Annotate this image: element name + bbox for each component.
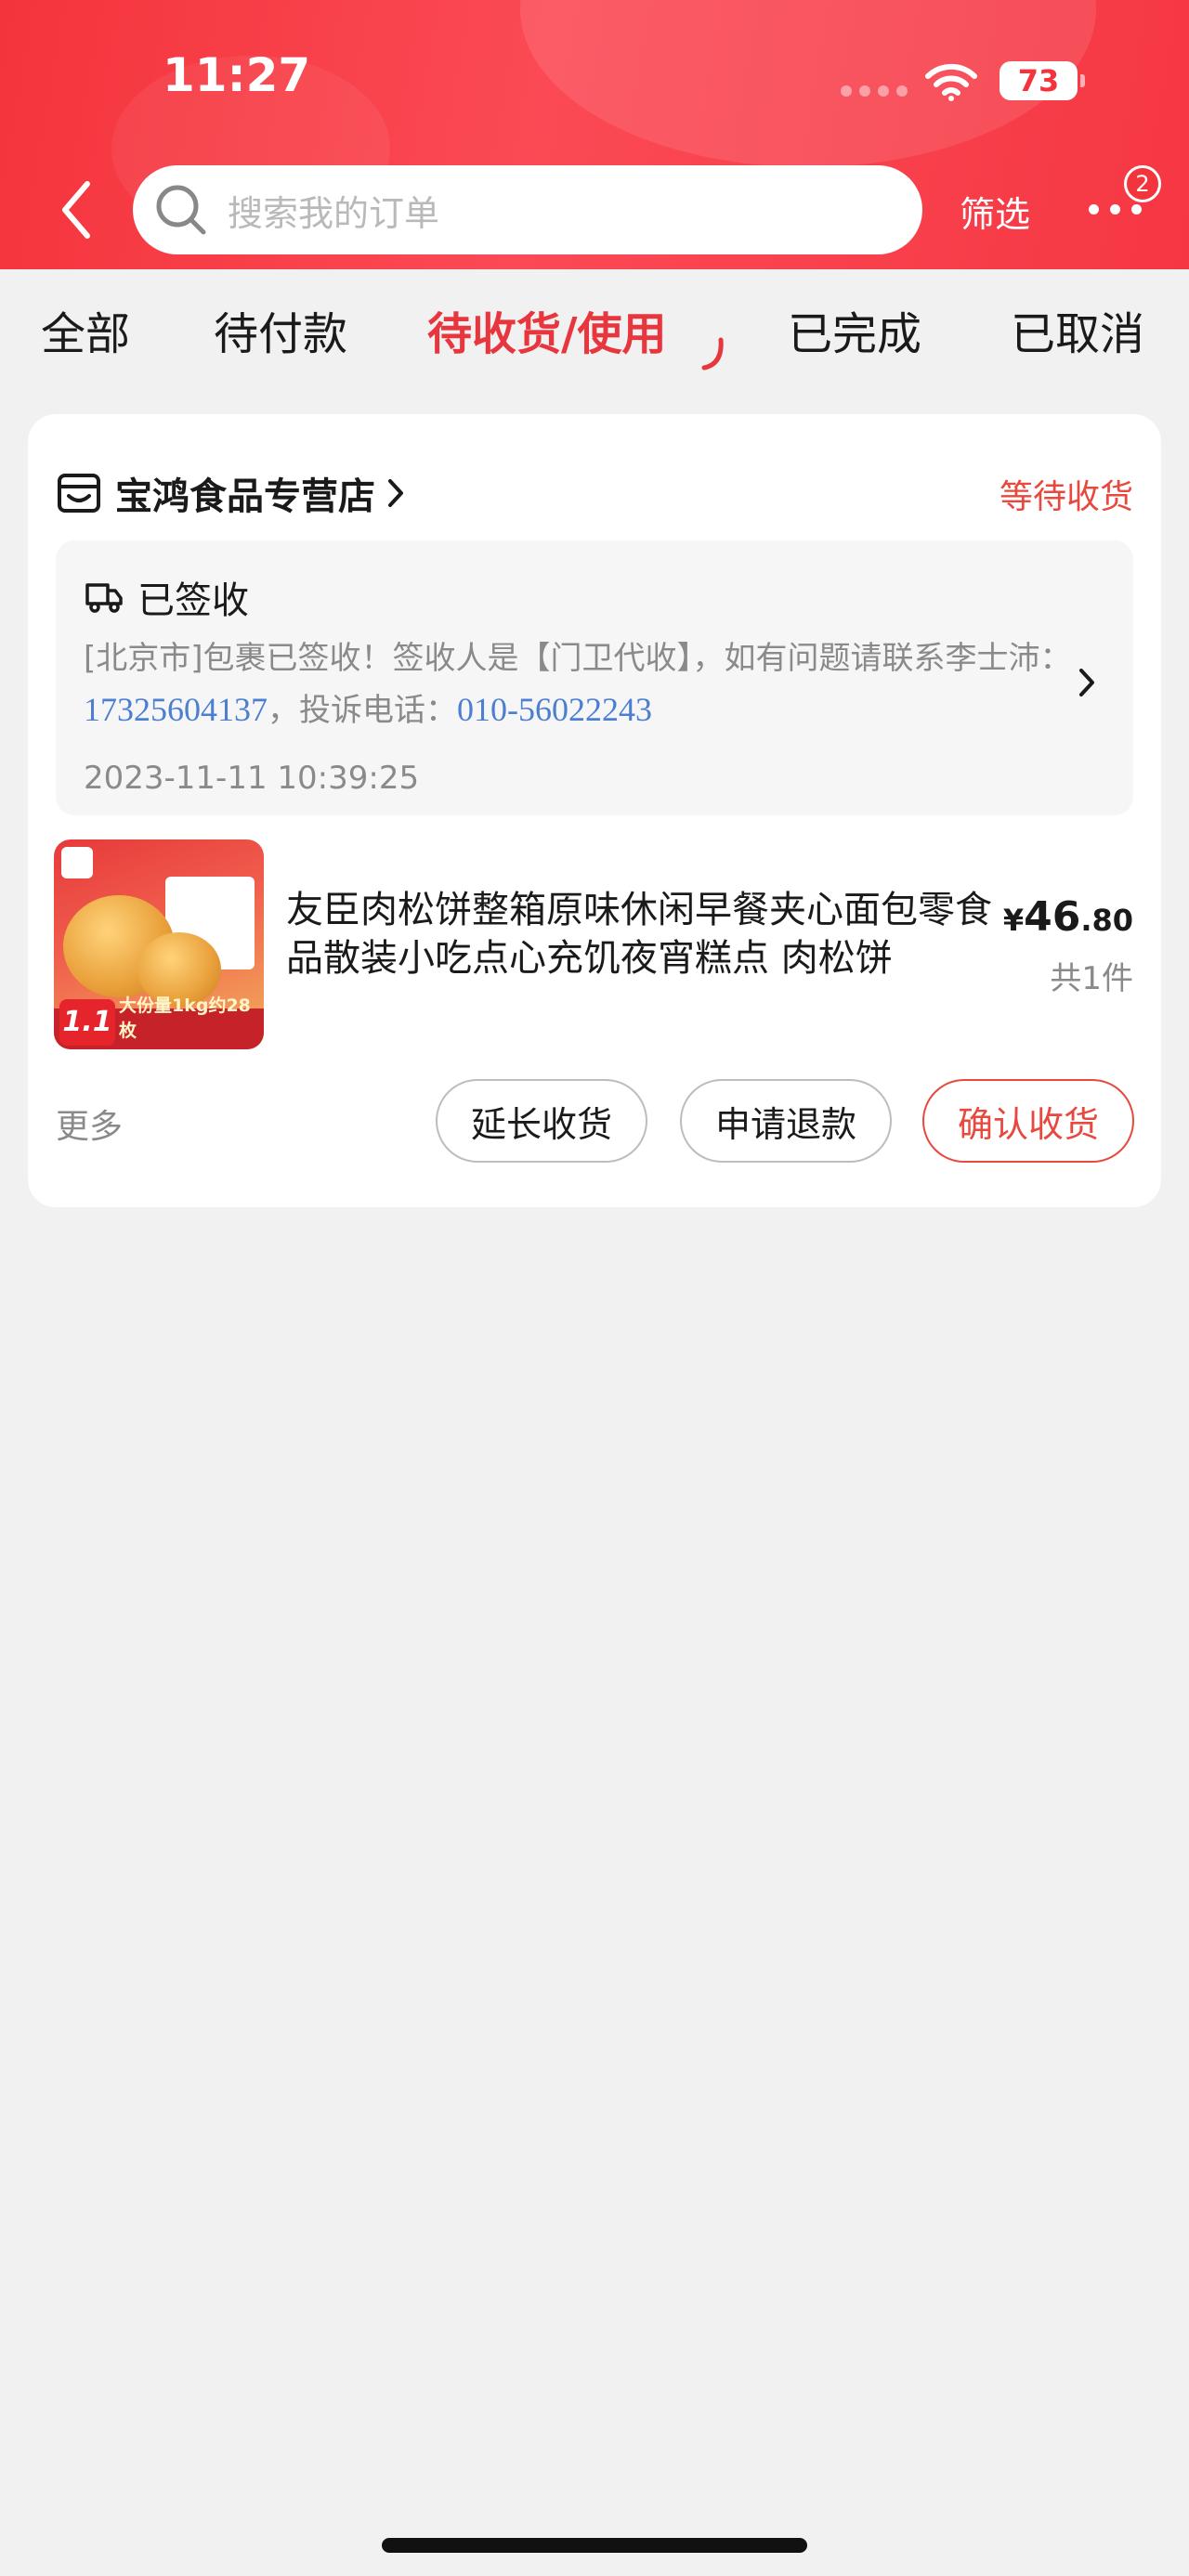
search-placeholder: 搜索我的订单	[228, 192, 440, 234]
wifi-icon	[925, 63, 977, 101]
message-badge: 2	[1124, 165, 1161, 202]
back-icon[interactable]	[56, 176, 97, 243]
signal-icon	[841, 85, 908, 97]
tab-completed[interactable]: 已完成	[788, 297, 921, 362]
store-name: 宝鸿食品专营店	[115, 475, 375, 518]
active-tab-indicator	[701, 337, 724, 371]
product-image[interactable]: 大份量1kg约28枚 1.1	[54, 839, 264, 1049]
price-decimal: .80	[1080, 903, 1133, 938]
more-actions-link[interactable]: 更多	[56, 1099, 123, 1148]
store-link[interactable]: 宝鸿食品专营店	[56, 466, 405, 520]
product-price: ¥46.80	[1003, 893, 1133, 941]
chevron-right-icon	[1079, 669, 1094, 696]
logistics-panel[interactable]: 已签收 [北京市]包裹已签收！签收人是【门卫代收】，如有问题请联系李士沛： 173…	[56, 540, 1133, 815]
filter-button[interactable]: 筛选	[960, 186, 1030, 237]
product-title[interactable]: 友臣肉松饼整箱原味休闲早餐夹心面包零食品散装小吃点心充饥夜宵糕点 肉松饼	[286, 886, 992, 982]
home-indicator[interactable]	[382, 2538, 807, 2553]
app-header: 11:27 73 搜索我的订单 筛选 2	[0, 0, 1189, 269]
logistics-desc-text: [北京市]包裹已签收！签收人是【门卫代收】，如有问题请联系李士沛：	[84, 640, 1072, 677]
logistics-title: 已签收	[137, 579, 249, 622]
tab-all[interactable]: 全部	[41, 297, 130, 362]
confirm-receipt-button[interactable]: 确认收货	[922, 1079, 1134, 1163]
search-input[interactable]: 搜索我的订单	[133, 165, 922, 254]
order-status: 等待收货	[999, 478, 1133, 516]
extend-receipt-button[interactable]: 延长收货	[436, 1079, 647, 1163]
search-icon	[156, 185, 206, 235]
brand-logo	[61, 847, 93, 878]
tab-cancelled[interactable]: 已取消	[1011, 297, 1144, 362]
battery-icon: 73	[1000, 61, 1085, 100]
order-card[interactable]: 宝鸿食品专营店 等待收货 已签收 [北京市]包裹已签收！签收人是【门卫代收】，如…	[28, 414, 1161, 1207]
product-quantity: 共1件	[1050, 960, 1133, 997]
status-time: 11:27	[163, 48, 311, 102]
order-tabs: 全部 待付款 待收货/使用 已完成 已取消	[0, 269, 1189, 381]
product-image-badge: 1.1	[59, 999, 115, 1046]
chevron-right-icon	[388, 479, 403, 507]
tab-pending-payment[interactable]: 待付款	[214, 297, 347, 362]
more-icon[interactable]	[1089, 204, 1142, 215]
request-refund-button[interactable]: 申请退款	[680, 1079, 892, 1163]
complaint-phone-link[interactable]: 010-56022243	[457, 691, 652, 728]
product-image-label: 大份量1kg约28枚	[119, 995, 251, 1041]
store-icon	[58, 474, 100, 513]
truck-icon	[85, 583, 123, 613]
contact-phone-link[interactable]: 17325604137	[84, 691, 268, 728]
price-integer: 46	[1024, 893, 1081, 941]
logistics-time: 2023-11-11 10:39:25	[84, 760, 420, 797]
logistics-desc-text: ，投诉电话：	[268, 692, 457, 729]
price-currency: ¥	[1002, 903, 1025, 938]
logistics-description: [北京市]包裹已签收！签收人是【门卫代收】，如有问题请联系李士沛： 1732560…	[84, 633, 1096, 736]
tab-pending-receipt[interactable]: 待收货/使用	[427, 297, 667, 362]
